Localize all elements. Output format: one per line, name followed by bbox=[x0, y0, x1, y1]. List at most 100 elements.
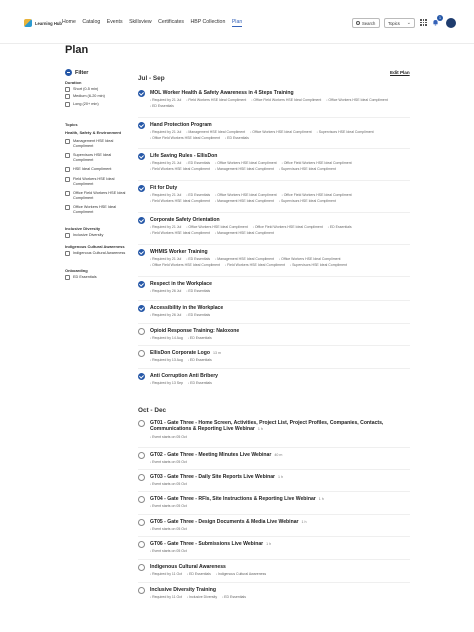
plan-item-title[interactable]: Life Saving Rules - EllisDon bbox=[150, 153, 408, 159]
plan-item-meta: Event starts on 05 Oct bbox=[150, 549, 408, 555]
plan-item-meta: Required by 11 Oct Inclusive Diversity ED … bbox=[150, 595, 408, 601]
filter-option[interactable]: Indigenous Cultural Awareness bbox=[65, 251, 127, 257]
filter-group-title: Topics bbox=[65, 122, 78, 127]
plan-item-title-text: Hand Protection Program bbox=[150, 122, 212, 128]
divider bbox=[138, 514, 410, 515]
plan-item-duration: 1 h bbox=[318, 497, 324, 501]
completed-check-icon bbox=[138, 373, 145, 380]
edit-plan-link[interactable]: Edit Plan bbox=[390, 70, 410, 75]
plan-item-title[interactable]: Corporate Safety Orientation bbox=[150, 217, 408, 223]
plan-item-tag: Required by 13 Sep bbox=[150, 381, 183, 387]
filter-option[interactable]: Field Workers HSE Ideal Compliment bbox=[65, 177, 127, 187]
plan-item-tag: Required by 13 Aug bbox=[150, 358, 183, 364]
filter-option[interactable]: Long (20+ min) bbox=[65, 102, 127, 108]
nav-plan[interactable]: Plan bbox=[231, 19, 243, 27]
filter-checkbox[interactable] bbox=[65, 87, 70, 93]
plan-item-title[interactable]: EllisDon Corporate Logo 13 m bbox=[150, 350, 408, 356]
filter-checkbox[interactable] bbox=[65, 139, 70, 145]
plan-item-title[interactable]: Fit for Duty bbox=[150, 185, 408, 191]
plan-item-title[interactable]: Inclusive Diversity Training bbox=[150, 587, 408, 593]
plan-item-title[interactable]: Indigenous Cultural Awareness bbox=[150, 564, 408, 570]
plan-item-title[interactable]: GT05 - Gate Three - Design Documents & M… bbox=[150, 519, 408, 525]
logo[interactable]: Learning Hub bbox=[24, 19, 62, 27]
plan-item-title-text: WHMIS Worker Training bbox=[150, 249, 208, 255]
plan-item-title[interactable]: GT03 - Gate Three - Daily Site Reports L… bbox=[150, 474, 408, 480]
filter-checkbox[interactable] bbox=[65, 205, 70, 211]
topics-dropdown[interactable]: Topics ⌄ bbox=[384, 18, 415, 28]
incomplete-circle-icon bbox=[138, 587, 145, 594]
plan-item-title-text: Respect in the Workplace bbox=[150, 281, 212, 287]
filter-option-label: Office Workers HSE Ideal Compliment bbox=[73, 205, 117, 214]
nav-catalog[interactable]: Catalog bbox=[82, 19, 100, 27]
nav-home[interactable]: Home bbox=[62, 19, 76, 27]
plan-item-title[interactable]: Respect in the Workplace bbox=[150, 281, 408, 287]
main-nav: Home Catalog Events Skillsview Certifica… bbox=[62, 19, 249, 27]
logo-icon bbox=[24, 19, 32, 27]
incomplete-circle-icon bbox=[138, 564, 145, 571]
plan-item-title[interactable]: Opioid Response Training: Naloxone bbox=[150, 328, 408, 334]
filter-checkbox[interactable] bbox=[65, 251, 70, 257]
divider bbox=[138, 345, 410, 346]
plan-item-tag: ED Essentials bbox=[188, 336, 212, 342]
filter-checkbox[interactable] bbox=[65, 275, 70, 281]
divider bbox=[138, 323, 410, 324]
avatar[interactable] bbox=[446, 18, 456, 28]
plan-item-tag: Required by 26 Jul bbox=[150, 289, 181, 295]
divider bbox=[138, 276, 410, 277]
plan-section-title: Oct - Dec bbox=[138, 407, 167, 414]
plan-item-tag: Event starts on 05 Oct bbox=[150, 460, 187, 466]
filter-checkbox[interactable] bbox=[65, 102, 70, 108]
filter-option[interactable]: ED Essentials bbox=[65, 275, 127, 281]
filter-label: Filter bbox=[75, 69, 89, 76]
plan-item-title[interactable]: Accessibility in the Workplace bbox=[150, 305, 408, 311]
filter-option[interactable]: Management HSE Ideal Compliment bbox=[65, 139, 127, 149]
plan-item-tag: Field Workers HSE Ideal Compliment bbox=[225, 263, 285, 269]
filter-option-label: ED Essentials bbox=[73, 275, 97, 279]
filter-checkbox[interactable] bbox=[65, 233, 70, 239]
plan-item-title[interactable]: GT01 - Gate Three - Home Screen, Activit… bbox=[150, 420, 408, 432]
notification-badge: 1 bbox=[437, 15, 443, 21]
nav-certificates[interactable]: Certificates bbox=[158, 19, 184, 27]
plan-item-title-text: Corporate Safety Orientation bbox=[150, 217, 220, 223]
plan-item-title[interactable]: GT06 - Gate Three - Submissions Live Web… bbox=[150, 541, 408, 547]
filter-checkbox[interactable] bbox=[65, 191, 70, 197]
search-button[interactable]: Search bbox=[352, 18, 380, 28]
filter-group-title: Duration bbox=[65, 80, 82, 85]
filter-checkbox[interactable] bbox=[65, 153, 70, 159]
completed-check-icon bbox=[138, 305, 145, 312]
filter-option[interactable]: HSE Ideal Compliment bbox=[65, 167, 127, 173]
filter-option[interactable]: Inclusive Diversity bbox=[65, 233, 127, 239]
plan-item-tag: Management HSE Ideal Compliment bbox=[215, 231, 274, 237]
filter-group-title: Onboarding bbox=[65, 268, 88, 273]
plan-item-title-text: Inclusive Diversity Training bbox=[150, 587, 216, 593]
plan-item-tag: Required by 11 Oct bbox=[150, 572, 182, 578]
filter-option[interactable]: Office Workers HSE Ideal Compliment bbox=[65, 205, 127, 215]
plan-item-tag: Office Workers HSE Ideal Compliment bbox=[326, 98, 387, 104]
plan-item-title[interactable]: Anti Corruption Anti Bribery bbox=[150, 373, 408, 379]
filter-checkbox[interactable] bbox=[65, 177, 70, 183]
plan-item-meta: Required by 26 Jul ED Essentials bbox=[150, 313, 408, 319]
filter-option[interactable]: Office Field Workers HSE Ideal Complimen… bbox=[65, 191, 127, 201]
plan-item-meta: Required by 21 JulField Workers HSE Idea… bbox=[150, 98, 408, 109]
nav-skillsview[interactable]: Skillsview bbox=[129, 19, 151, 27]
apps-grid-icon[interactable] bbox=[420, 19, 427, 26]
filter-option[interactable]: Medium (6-20 min) bbox=[65, 94, 127, 100]
nav-events[interactable]: Events bbox=[107, 19, 123, 27]
plan-item-tag: Inclusive Diversity bbox=[187, 595, 217, 601]
plan-item-title[interactable]: GT04 - Gate Three - RFIs, Site Instructi… bbox=[150, 496, 408, 502]
plan-item-title[interactable]: GT02 - Gate Three - Meeting Minutes Live… bbox=[150, 452, 408, 458]
plan-item-title[interactable]: WHMIS Worker Training bbox=[150, 249, 408, 255]
filter-option[interactable]: Short (0-5 min) bbox=[65, 87, 127, 93]
plan-item-title[interactable]: Hand Protection Program bbox=[150, 122, 408, 128]
plan-item-title-text: Anti Corruption Anti Bribery bbox=[150, 373, 219, 379]
nav-hbp-collection[interactable]: HBP Collection bbox=[191, 19, 226, 27]
filter-checkbox[interactable] bbox=[65, 167, 70, 173]
plan-item-title[interactable]: MOL Worker Health & Safety Awareness in … bbox=[150, 90, 408, 96]
plan-item-tag: Office Workers HSE Ideal Compliment bbox=[250, 130, 311, 136]
filter-option[interactable]: Supervisors HSE Ideal Compliment bbox=[65, 153, 127, 163]
filter-checkbox[interactable] bbox=[65, 94, 70, 100]
plan-item-duration: 1 h bbox=[278, 475, 284, 479]
incomplete-circle-icon bbox=[138, 519, 145, 526]
filter-toggle[interactable]: Filter bbox=[65, 69, 88, 76]
plan-item-tag: Supervisors HSE Ideal Compliment bbox=[290, 263, 347, 269]
